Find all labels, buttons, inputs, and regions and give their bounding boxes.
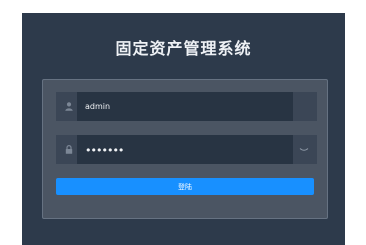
password-input[interactable]: ••••••• xyxy=(77,135,293,164)
user-icon xyxy=(62,92,76,121)
eye-closed-icon[interactable] xyxy=(297,135,311,164)
login-page: 固定资产管理系统 admin ••••••• 登陆 xyxy=(22,13,345,245)
lock-icon xyxy=(62,135,76,164)
login-button[interactable]: 登陆 xyxy=(56,178,314,195)
password-field[interactable]: ••••••• xyxy=(56,135,317,164)
page-title: 固定资产管理系统 xyxy=(115,39,252,58)
login-form: admin ••••••• 登陆 xyxy=(42,79,328,219)
username-input[interactable]: admin xyxy=(77,92,293,121)
username-field[interactable]: admin xyxy=(56,92,317,121)
